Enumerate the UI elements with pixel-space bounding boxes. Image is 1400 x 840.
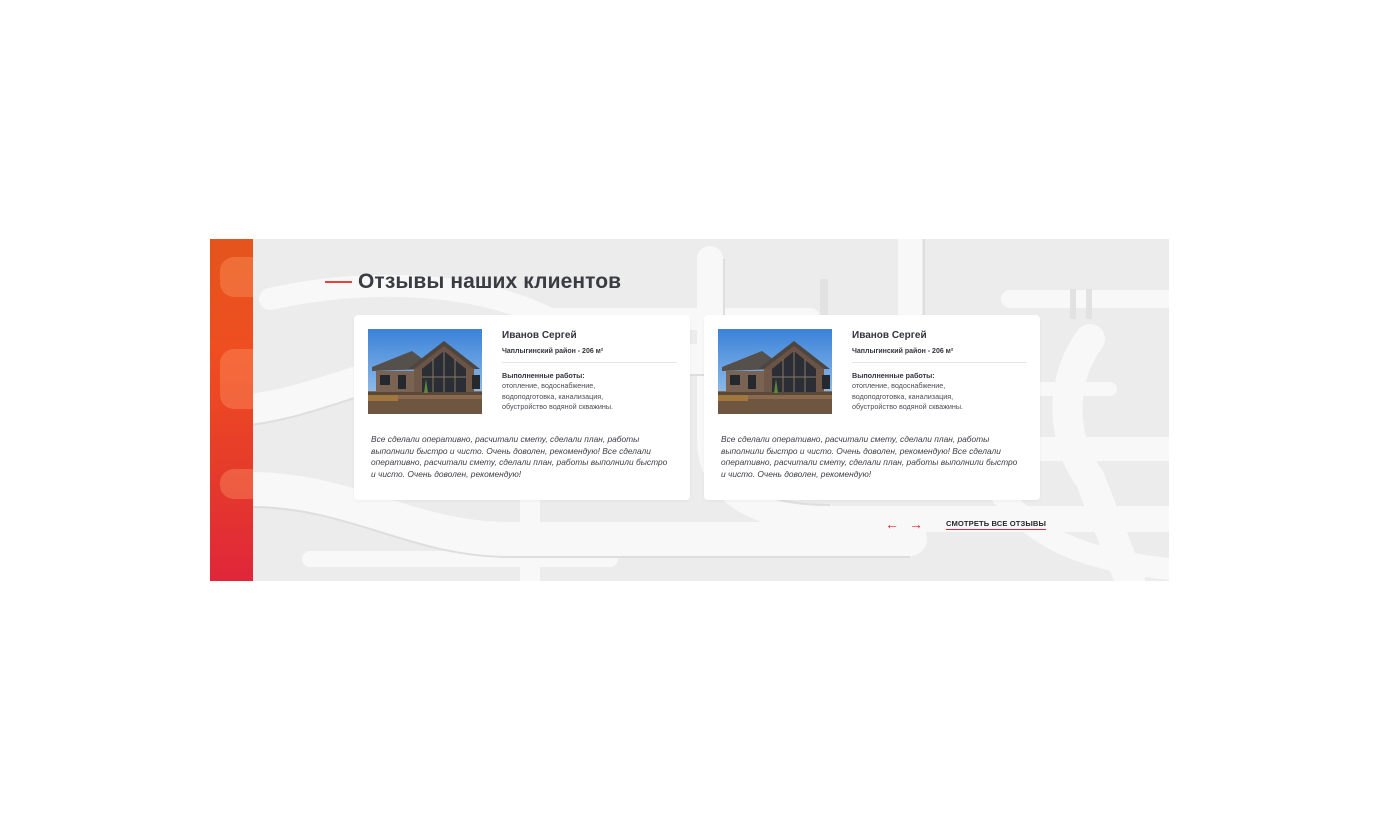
review-card: Иванов Сергей Чаплыгинский район - 206 м… bbox=[704, 315, 1040, 500]
card-divider bbox=[502, 362, 677, 363]
orange-accent-strip bbox=[210, 239, 253, 581]
reviewer-area: Чаплыгинский район - 206 м² bbox=[502, 348, 604, 355]
section-title: Отзывы наших клиентов bbox=[358, 270, 622, 293]
review-info: Иванов Сергей Чаплыгинский район - 206 м… bbox=[502, 329, 677, 413]
all-reviews-link[interactable]: СМОТРЕТЬ ВСЕ ОТЗЫВЫ bbox=[946, 519, 1046, 530]
reviewer-area: Чаплыгинский район - 206 м² bbox=[852, 348, 954, 355]
reviewer-name: Иванов Сергей bbox=[852, 330, 927, 341]
works-text: отопление, водоснабжение, водоподготовка… bbox=[502, 381, 614, 411]
slider-navigation: ← → bbox=[883, 516, 925, 532]
house-photo bbox=[368, 329, 482, 414]
review-card: Иванов Сергей Чаплыгинский район - 206 м… bbox=[354, 315, 690, 500]
arrow-right-icon[interactable]: → bbox=[907, 517, 925, 531]
works-label: Выполненные работы: bbox=[852, 371, 935, 380]
reviews-section: Отзывы наших клиентов Иванов Сергей Чапл… bbox=[210, 239, 1169, 581]
review-quote: Все сделали оперативно, расчитали смету,… bbox=[371, 434, 668, 479]
title-accent-line bbox=[325, 281, 352, 283]
arrow-left-icon[interactable]: ← bbox=[883, 517, 901, 531]
works-text: отопление, водоснабжение, водоподготовка… bbox=[852, 381, 964, 411]
card-divider bbox=[852, 362, 1027, 363]
house-photo bbox=[718, 329, 832, 414]
review-quote: Все сделали оперативно, расчитали смету,… bbox=[721, 434, 1018, 479]
review-info: Иванов Сергей Чаплыгинский район - 206 м… bbox=[852, 329, 1027, 413]
reviewer-name: Иванов Сергей bbox=[502, 330, 577, 341]
section-heading: Отзывы наших клиентов bbox=[325, 270, 621, 294]
works-label: Выполненные работы: bbox=[502, 371, 585, 380]
